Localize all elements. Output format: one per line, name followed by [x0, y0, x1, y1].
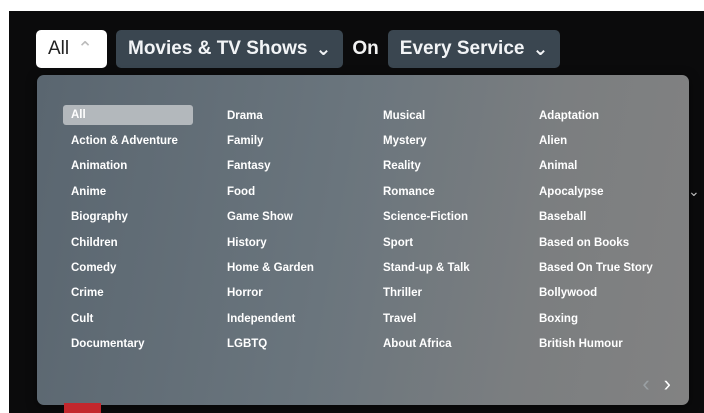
- genre-option[interactable]: Biography: [63, 205, 219, 230]
- genre-option[interactable]: Drama: [219, 103, 375, 128]
- chevron-down-icon: ⌄: [532, 38, 549, 60]
- genre-pager: ‹ ›: [642, 373, 671, 395]
- genre-option[interactable]: Fantasy: [219, 154, 375, 179]
- genre-option[interactable]: Apocalypse: [531, 179, 687, 204]
- genre-option[interactable]: Stand-up & Talk: [375, 255, 531, 280]
- category-filter-label: Movies & TV Shows: [128, 38, 308, 59]
- genre-option[interactable]: Boxing: [531, 306, 687, 331]
- genre-option[interactable]: Documentary: [63, 332, 219, 357]
- genre-option[interactable]: Independent: [219, 306, 375, 331]
- service-filter-dropdown[interactable]: Every Service ⌄: [387, 30, 561, 68]
- chevron-up-icon: ⌃: [77, 38, 94, 60]
- genre-option[interactable]: Children: [63, 230, 219, 255]
- genre-option[interactable]: Romance: [375, 179, 531, 204]
- chevron-down-icon: ⌄: [315, 38, 332, 60]
- genre-option[interactable]: Science-Fiction: [375, 205, 531, 230]
- genre-option[interactable]: Travel: [375, 306, 531, 331]
- genre-option[interactable]: Cult: [63, 306, 219, 331]
- category-filter-dropdown[interactable]: Movies & TV Shows ⌄: [116, 30, 344, 68]
- genre-option[interactable]: History: [219, 230, 375, 255]
- genre-option[interactable]: Food: [219, 179, 375, 204]
- type-filter-label: All: [48, 38, 70, 59]
- genre-option[interactable]: Baseball: [531, 205, 687, 230]
- genre-option[interactable]: Based on Books: [531, 230, 687, 255]
- app-screen: All ⌃ Movies & TV Shows ⌄ On Every Servi…: [9, 11, 704, 413]
- genre-option[interactable]: Home & Garden: [219, 255, 375, 280]
- genre-option[interactable]: Family: [219, 128, 375, 153]
- genre-grid: All Drama Musical Adaptation Action & Advent…: [63, 103, 687, 357]
- filter-bar: All ⌃ Movies & TV Shows ⌄ On Every Servi…: [36, 30, 561, 68]
- type-filter-dropdown[interactable]: All ⌃: [36, 30, 107, 68]
- genre-option[interactable]: Action & Adventure: [63, 128, 219, 153]
- genre-option[interactable]: Animal: [531, 154, 687, 179]
- genre-option[interactable]: Thriller: [375, 281, 531, 306]
- chevron-icon: ⌄: [688, 183, 700, 199]
- genre-option[interactable]: Bollywood: [531, 281, 687, 306]
- genre-option[interactable]: British Humour: [531, 332, 687, 357]
- genre-option[interactable]: Horror: [219, 281, 375, 306]
- genre-option-selected[interactable]: All: [63, 105, 193, 125]
- chevron-left-icon[interactable]: ‹: [642, 373, 649, 395]
- genre-option[interactable]: Sport: [375, 230, 531, 255]
- genre-option[interactable]: LGBTQ: [219, 332, 375, 357]
- genre-option[interactable]: Game Show: [219, 205, 375, 230]
- genre-option[interactable]: About Africa: [375, 332, 531, 357]
- genre-option[interactable]: Reality: [375, 154, 531, 179]
- genre-option[interactable]: Mystery: [375, 128, 531, 153]
- service-filter-label: Every Service: [399, 38, 525, 59]
- genre-option[interactable]: Alien: [531, 128, 687, 153]
- genre-option[interactable]: Animation: [63, 154, 219, 179]
- genre-option[interactable]: Musical: [375, 103, 531, 128]
- genre-option[interactable]: Anime: [63, 179, 219, 204]
- genre-option[interactable]: Crime: [63, 281, 219, 306]
- background-poster-thumbnail[interactable]: [64, 403, 101, 413]
- genre-option[interactable]: Based On True Story: [531, 255, 687, 280]
- genre-option[interactable]: Adaptation: [531, 103, 687, 128]
- genre-dropdown-panel: All Drama Musical Adaptation Action & Advent…: [37, 75, 689, 405]
- chevron-right-icon[interactable]: ›: [664, 373, 671, 395]
- genre-option[interactable]: Comedy: [63, 255, 219, 280]
- on-label: On: [352, 38, 379, 59]
